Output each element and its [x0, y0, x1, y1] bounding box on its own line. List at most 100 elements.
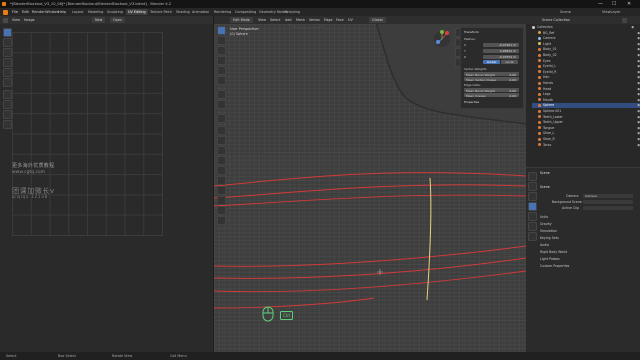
uv-image-menu[interactable]: Image	[24, 18, 35, 22]
scene-selector[interactable]: Scene	[560, 8, 571, 16]
vp-shrink-tool-icon[interactable]	[217, 216, 226, 225]
viewport-mesh-menu[interactable]: Mesh	[296, 18, 305, 22]
vp-move-tool-icon[interactable]	[217, 46, 226, 55]
tab-scripting[interactable]: Scripting	[283, 9, 302, 15]
mode-selector[interactable]: Edit Mode	[230, 17, 253, 23]
outliner-item[interactable]: Hair ◉	[532, 75, 640, 80]
vp-measure-tool-icon[interactable]	[217, 100, 226, 109]
transform-tool-icon[interactable]	[3, 78, 12, 87]
outliner-item[interactable]: Eyelid_L ◉	[532, 64, 640, 69]
rotate-tool-icon[interactable]	[3, 58, 12, 67]
edge-bevel-weight-field[interactable]: Mean Bevel Weight 0.00	[464, 88, 519, 93]
median-z-field[interactable]: -0.07554 m	[483, 54, 519, 59]
scene-section-header[interactable]: Scene	[540, 185, 550, 189]
vp-bevel-tool-icon[interactable]	[217, 146, 226, 155]
outliner-item[interactable]: Legs ◉	[532, 92, 640, 97]
outliner-item[interactable]: Teeth_Lower ◉	[532, 115, 640, 120]
world-props-icon[interactable]	[528, 212, 537, 221]
outliner-item[interactable]: Tongue ◉	[532, 126, 640, 131]
transform-section-header[interactable]: Transform	[464, 30, 479, 34]
mean-vertex-crease-field[interactable]: Mean Vertex Crease 0.00	[464, 77, 519, 82]
tab-sculpting[interactable]: Sculpting	[105, 9, 125, 15]
tab-compositing[interactable]: Compositing	[233, 9, 258, 15]
outliner-item[interactable]: Eyelid_R ◉	[532, 70, 640, 75]
keying-sets-section[interactable]: Keying Sets	[540, 236, 559, 240]
outliner-item[interactable]: Eyes ◉	[532, 59, 640, 64]
tab-modeling[interactable]: Modeling	[86, 9, 105, 15]
cursor-tool-icon[interactable]	[3, 38, 12, 47]
outliner-item[interactable]: Teeth_Upper ◉	[532, 120, 640, 125]
menu-edit[interactable]: Edit	[22, 8, 29, 16]
navigation-gizmo-icon[interactable]	[432, 28, 452, 50]
camera-field[interactable]: Camera	[583, 193, 633, 198]
active-clip-field[interactable]	[583, 205, 633, 210]
uv-grid[interactable]	[12, 32, 163, 236]
outliner-item[interactable]: Torso ◉	[532, 143, 640, 148]
vp-annotate-tool-icon[interactable]	[217, 90, 226, 99]
modifier-props-icon[interactable]	[528, 232, 537, 241]
vp-loopcut-tool-icon[interactable]	[217, 156, 226, 165]
tab-rendering[interactable]: Rendering	[212, 9, 233, 15]
relax-tool-icon[interactable]	[3, 110, 12, 119]
uv-view-menu[interactable]: View	[12, 18, 20, 22]
viewport-select-menu[interactable]: Select	[270, 18, 280, 22]
rigid-body-world-section[interactable]: Rigid Body World	[540, 250, 567, 254]
vp-transform-tool-icon[interactable]	[217, 76, 226, 85]
outliner-item[interactable]: Shoe_R ◉	[532, 137, 640, 142]
local-toggle[interactable]: Local	[501, 60, 518, 64]
output-props-icon[interactable]	[528, 192, 537, 201]
properties-section-header[interactable]: Properties	[464, 100, 479, 104]
grab-tool-icon[interactable]	[3, 100, 12, 109]
menu-render[interactable]: Render	[32, 8, 45, 16]
blender-menu-icon[interactable]	[3, 9, 8, 15]
edge-crease-field[interactable]: Mean Crease 0.00	[464, 93, 519, 98]
vp-inset-tool-icon[interactable]	[217, 136, 226, 145]
outliner-item[interactable]: Shoe_L ◉	[532, 131, 640, 136]
vp-edge-slide-tool-icon[interactable]	[217, 206, 226, 215]
tool-props-icon[interactable]	[528, 172, 537, 181]
filter-icon[interactable]	[622, 17, 627, 23]
gravity-section[interactable]: Gravity	[540, 222, 552, 226]
tab-layout[interactable]: Layout	[70, 9, 86, 15]
tab-uv-editing[interactable]: UV Editing	[126, 9, 148, 15]
menu-help[interactable]: Help	[58, 8, 66, 16]
outliner-item[interactable]: Sphere.001 ◉	[532, 109, 640, 114]
outliner-item[interactable]: Mouth ◉	[532, 98, 640, 103]
audio-section[interactable]: Audio	[540, 243, 549, 247]
render-props-icon[interactable]	[528, 182, 537, 191]
pinch-tool-icon[interactable]	[3, 120, 12, 129]
viewport-uv-menu[interactable]: UV	[348, 18, 353, 22]
select-tool-icon[interactable]	[3, 28, 12, 37]
open-image-button[interactable]: Open	[110, 17, 126, 23]
outliner-item[interactable]: Sphere ◉	[532, 103, 640, 109]
custom-properties-section[interactable]: Custom Properties	[540, 264, 569, 268]
vp-spin-tool-icon[interactable]	[217, 186, 226, 195]
outliner-item[interactable]: Collection ◉	[532, 25, 636, 30]
object-props-icon[interactable]	[528, 222, 537, 231]
units-section[interactable]: Units	[540, 215, 548, 219]
visibility-eye-icon[interactable]: ◉	[631, 25, 634, 30]
minimize-button[interactable]: —	[598, 0, 603, 8]
transform-orientation[interactable]: Global	[369, 17, 386, 23]
outliner-item[interactable]: Hands ◉	[532, 81, 640, 86]
background-scene-field[interactable]	[583, 199, 633, 204]
outliner-item[interactable]: Body_01 ◉	[532, 47, 640, 52]
median-y-field[interactable]: 0.28942 m	[483, 48, 519, 53]
mean-bevel-weight-field[interactable]: Mean Bevel Weight 0.00	[464, 72, 519, 77]
scene-props-icon[interactable]	[528, 202, 537, 211]
tab-texture-paint[interactable]: Texture Paint	[148, 9, 174, 15]
vp-scale-tool-icon[interactable]	[217, 66, 226, 75]
maximize-button[interactable]: ☐	[612, 0, 616, 8]
vp-polybuild-tool-icon[interactable]	[217, 176, 226, 185]
median-x-field[interactable]: -0.07401 m	[483, 42, 519, 47]
viewport-view-menu[interactable]: View	[258, 18, 266, 22]
vp-add-cube-tool-icon[interactable]	[217, 114, 226, 123]
close-button[interactable]: ✕	[627, 0, 631, 8]
viewport-edge-menu[interactable]: Edge	[324, 18, 333, 22]
vp-knife-tool-icon[interactable]	[217, 166, 226, 175]
vp-smooth-tool-icon[interactable]	[217, 196, 226, 205]
vp-rotate-tool-icon[interactable]	[217, 56, 226, 65]
tab-animation[interactable]: Animation	[190, 9, 211, 15]
viewport-add-menu[interactable]: Add	[285, 18, 292, 22]
outliner-item[interactable]: Camera ◉	[532, 36, 640, 41]
